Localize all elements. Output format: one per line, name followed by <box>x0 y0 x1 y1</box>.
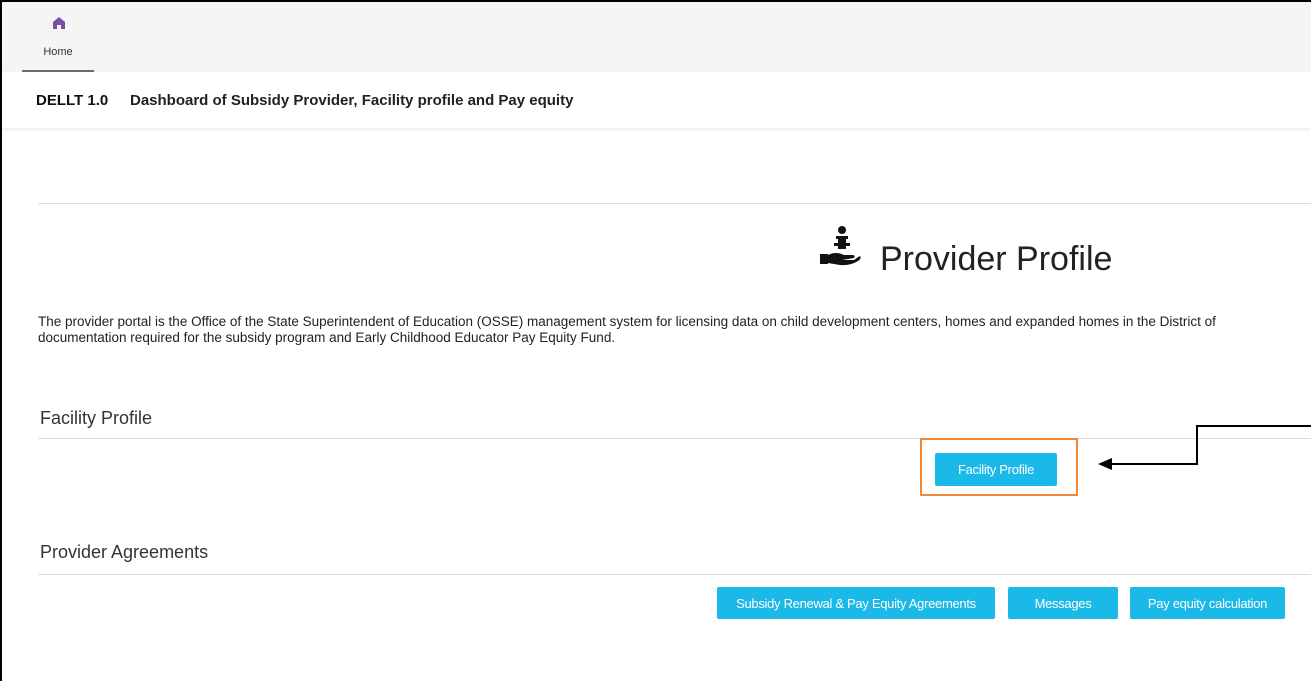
description-line: documentation required for the subsidy p… <box>38 330 616 345</box>
app-header: DELLT 1.0 Dashboard of Subsidy Provider,… <box>2 72 1311 128</box>
tab-home[interactable]: Home <box>22 12 94 72</box>
tab-bar: Home <box>2 2 1311 72</box>
page-subtitle: Dashboard of Subsidy Provider, Facility … <box>130 92 574 109</box>
app-name: DELLT 1.0 <box>36 92 109 109</box>
annotation-arrow-top <box>1196 425 1311 427</box>
description: The provider portal is the Office of the… <box>38 314 1308 346</box>
tab-home-label: Home <box>43 46 73 58</box>
pay-equity-calculation-button[interactable]: Pay equity calculation <box>1130 587 1285 619</box>
subsidy-renewal-button[interactable]: Subsidy Renewal & Pay Equity Agreements <box>717 587 995 619</box>
page-title: Provider Profile <box>880 240 1113 278</box>
agreements-section-title: Provider Agreements <box>40 542 209 562</box>
facility-divider <box>38 438 1311 439</box>
agreements-divider <box>38 574 1311 575</box>
home-icon <box>53 17 65 29</box>
description-line: The provider portal is the Office of the… <box>38 314 1216 329</box>
facility-section-title: Facility Profile <box>40 408 153 428</box>
facility-profile-button[interactable]: Facility Profile <box>935 453 1057 486</box>
messages-button[interactable]: Messages <box>1008 587 1118 619</box>
annotation-arrow-riser <box>1196 425 1198 465</box>
provider-care-icon <box>820 226 861 266</box>
top-divider <box>38 203 1311 204</box>
annotation-arrow-shaft <box>1110 463 1198 465</box>
arrowhead-icon <box>1098 458 1112 470</box>
